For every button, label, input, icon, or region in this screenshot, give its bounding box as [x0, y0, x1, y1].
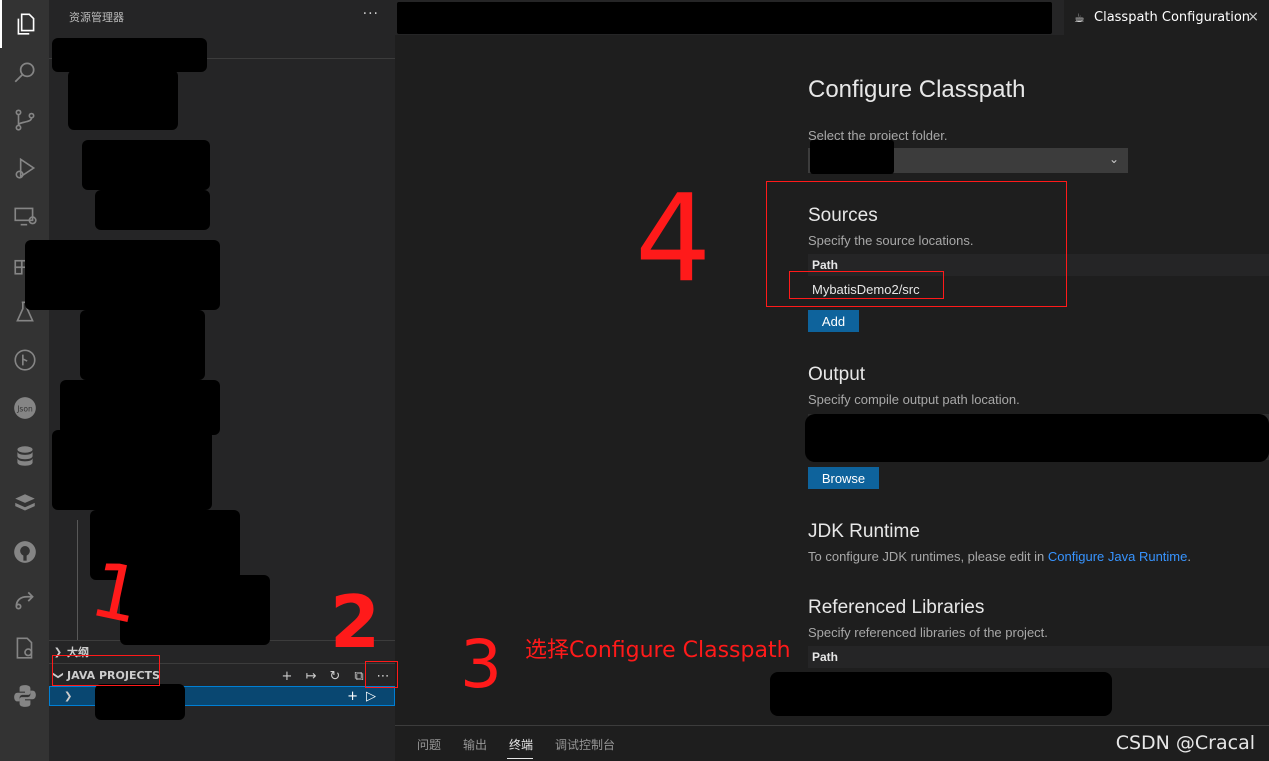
source-control-icon[interactable]	[0, 96, 49, 144]
redacted-region	[52, 38, 207, 72]
annotation-box-java-projects	[52, 655, 160, 686]
new-project-icon[interactable]: +	[279, 668, 295, 684]
redacted-region	[770, 672, 1112, 716]
redacted-region	[68, 70, 178, 130]
redacted-region	[82, 140, 210, 190]
coffee-cup-icon: ☕	[1074, 10, 1085, 25]
redacted-region	[80, 310, 205, 380]
python-icon[interactable]	[0, 672, 49, 720]
settings-file-icon[interactable]	[0, 624, 49, 672]
activity-bar: Json	[0, 0, 49, 761]
run-icon[interactable]: ▷	[366, 689, 376, 704]
jdk-description-prefix: To configure JDK runtimes, please edit i…	[808, 549, 1048, 564]
jdk-heading: JDK Runtime	[808, 521, 920, 542]
page-title: Configure Classpath	[808, 76, 1026, 103]
panel-tab-bar: 问题 输出 终端 调试控制台 CSDN @Cracal	[395, 725, 1269, 761]
project-actions: + ▷	[347, 687, 376, 705]
tab-debug-console[interactable]: 调试控制台	[555, 736, 615, 753]
annotation-step-2: 2	[330, 580, 381, 664]
annotation-box-source-path	[789, 271, 944, 299]
link-editor-icon[interactable]: ↦	[303, 668, 319, 684]
live-share-icon[interactable]	[0, 576, 49, 624]
libraries-heading: Referenced Libraries	[808, 597, 985, 618]
layers-icon[interactable]	[0, 480, 49, 528]
add-source-button[interactable]: Add	[808, 310, 859, 332]
sidebar-title: 资源管理器	[69, 11, 124, 24]
chevron-right-icon: ❯	[64, 690, 73, 702]
json-icon[interactable]: Json	[0, 384, 49, 432]
close-icon[interactable]: ×	[1247, 9, 1259, 25]
redacted-region	[397, 2, 1052, 34]
redacted-region	[52, 430, 212, 510]
explorer-icon[interactable]	[0, 0, 49, 48]
output-description: Specify compile output path location.	[808, 392, 1020, 407]
add-icon[interactable]: +	[347, 689, 358, 704]
redacted-region	[805, 414, 1269, 462]
tab-title: Classpath Configuration	[1094, 10, 1251, 25]
redacted-region	[95, 684, 185, 720]
jdk-description: To configure JDK runtimes, please edit i…	[808, 549, 1191, 564]
libraries-description: Specify referenced libraries of the proj…	[808, 625, 1048, 640]
annotation-step-3-text: 选择Configure Classpath	[525, 638, 791, 663]
tab-problems[interactable]: 问题	[417, 736, 441, 753]
chevron-down-icon: ⌄	[1108, 152, 1119, 166]
redacted-region	[60, 380, 220, 435]
jdk-description-suffix: .	[1187, 549, 1191, 564]
output-heading: Output	[808, 364, 866, 385]
tree-indent-guide	[77, 520, 78, 640]
tab-classpath-configuration[interactable]: ☕ Classpath Configuration ×	[1064, 0, 1269, 35]
redacted-region	[95, 190, 210, 230]
watermark: CSDN @Cracal	[1115, 732, 1255, 754]
tab-output[interactable]: 输出	[463, 736, 487, 753]
github-icon[interactable]	[0, 528, 49, 576]
redacted-region	[120, 575, 270, 645]
annotation-box-more-button	[365, 661, 398, 688]
search-icon[interactable]	[0, 48, 49, 96]
redacted-region	[25, 240, 220, 310]
active-tab-indicator	[507, 758, 533, 759]
refresh-icon[interactable]: ↻	[327, 668, 343, 684]
database-icon[interactable]	[0, 432, 49, 480]
annotation-step-4: 4	[635, 170, 712, 309]
browse-button[interactable]: Browse	[808, 467, 879, 489]
tab-terminal[interactable]: 终端	[509, 736, 533, 753]
libraries-path-header: Path	[808, 646, 1269, 668]
more-actions-icon[interactable]: ···	[363, 6, 379, 22]
configure-java-runtime-link[interactable]: Configure Java Runtime	[1048, 549, 1187, 564]
svg-text:Json: Json	[16, 404, 33, 413]
remote-explorer-icon[interactable]	[0, 192, 49, 240]
git-graph-icon[interactable]	[0, 336, 49, 384]
annotation-step-3: 3	[460, 626, 502, 703]
redacted-region	[810, 140, 894, 174]
run-debug-icon[interactable]	[0, 144, 49, 192]
